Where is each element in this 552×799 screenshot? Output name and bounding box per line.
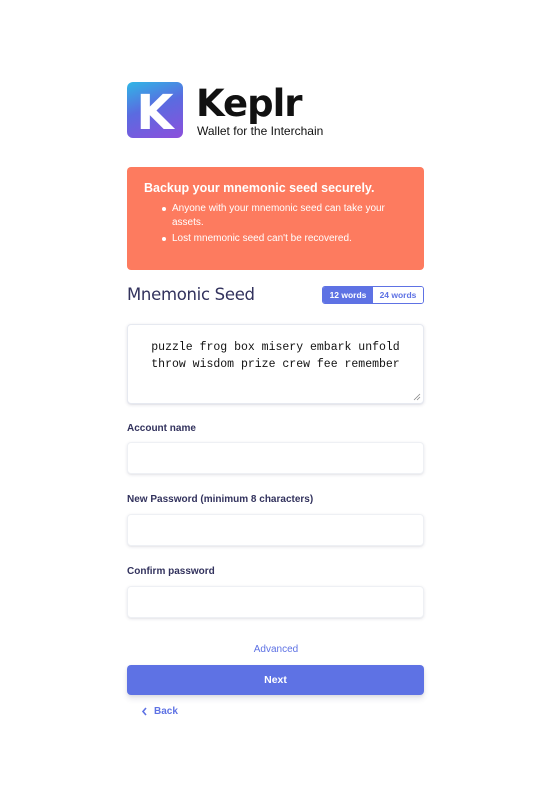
- mnemonic-textarea[interactable]: puzzle frog box misery embark unfold thr…: [127, 324, 424, 404]
- warning-list: Anyone with your mnemonic seed can take …: [144, 202, 408, 246]
- toggle-12-words[interactable]: 12 words: [323, 287, 373, 303]
- warning-title: Backup your mnemonic seed securely.: [144, 181, 375, 195]
- chevron-left-icon: [141, 706, 147, 716]
- toggle-24-words[interactable]: 24 words: [373, 287, 423, 303]
- password-input[interactable]: [127, 514, 424, 546]
- confirm-password-input[interactable]: [127, 586, 424, 618]
- back-label: Back: [154, 705, 178, 717]
- advanced-link[interactable]: Advanced: [0, 644, 552, 656]
- mnemonic-text: puzzle frog box misery embark unfold thr…: [151, 341, 400, 371]
- mnemonic-title: Mnemonic Seed: [127, 285, 255, 304]
- keplr-logo: K: [127, 82, 183, 138]
- brand-name: Keplr: [196, 82, 303, 125]
- word-count-toggle: 12 words 24 words: [322, 286, 424, 304]
- register-page: K Keplr Wallet for the Interchain Backup…: [0, 0, 552, 799]
- next-button[interactable]: Next: [127, 665, 424, 695]
- account-name-label: Account name: [127, 423, 196, 434]
- resize-handle-icon[interactable]: [413, 393, 421, 401]
- backup-warning: Backup your mnemonic seed securely. Anyo…: [127, 167, 424, 270]
- warning-item: Lost mnemonic seed can't be recovered.: [162, 232, 408, 246]
- confirm-password-label: Confirm password: [127, 566, 215, 577]
- warning-item: Anyone with your mnemonic seed can take …: [162, 202, 408, 230]
- logo-letter: K: [136, 85, 175, 138]
- brand-tagline: Wallet for the Interchain: [197, 124, 324, 138]
- password-label: New Password (minimum 8 characters): [127, 494, 314, 505]
- account-name-input[interactable]: [127, 442, 424, 474]
- back-link[interactable]: Back: [141, 704, 178, 718]
